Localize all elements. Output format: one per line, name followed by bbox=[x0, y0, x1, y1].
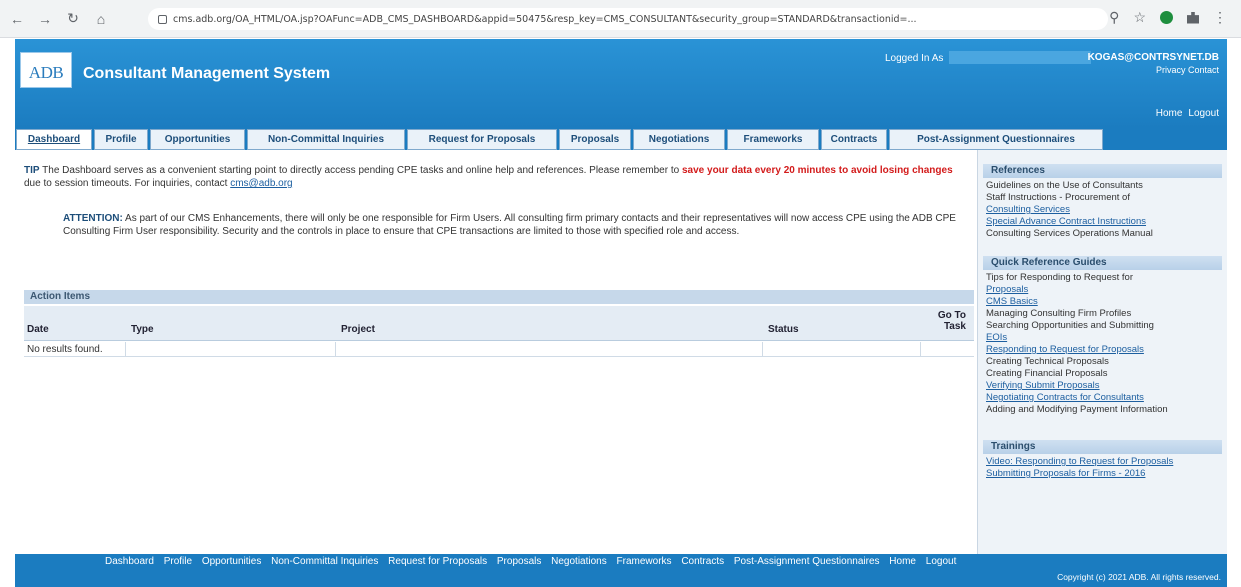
quick-reference-list: Tips for Responding to Request for Propo… bbox=[978, 272, 1227, 416]
tab-profile[interactable]: Profile bbox=[94, 129, 148, 150]
guide-item[interactable]: Searching Opportunities and Submitting bbox=[986, 320, 1221, 332]
col-status: Status bbox=[768, 324, 799, 335]
training-link[interactable]: Video: Responding to Request for Proposa… bbox=[986, 456, 1221, 468]
trainings-title: Trainings bbox=[983, 440, 1222, 454]
back-icon[interactable]: ← bbox=[6, 8, 28, 30]
extension-icon[interactable] bbox=[1160, 11, 1173, 24]
redacted-user-block bbox=[949, 51, 1091, 64]
extensions-puzzle-icon[interactable] bbox=[1187, 11, 1199, 24]
no-results-cell: No results found. bbox=[27, 344, 103, 355]
footer-link-proposals[interactable]: Proposals bbox=[497, 556, 541, 567]
main-tabs: Dashboard Profile Opportunities Non-Comm… bbox=[15, 128, 1227, 150]
reload-icon[interactable]: ↻ bbox=[62, 8, 84, 30]
guide-item[interactable]: Tips for Responding to Request for bbox=[986, 272, 1221, 284]
tip-label: TIP bbox=[24, 165, 40, 176]
guide-link[interactable]: Responding to Request for Proposals bbox=[986, 344, 1221, 356]
footer: Dashboard Profile Opportunities Non-Comm… bbox=[15, 554, 1227, 587]
copyright: Copyright (c) 2021 ADB. All rights reser… bbox=[1057, 572, 1221, 582]
footer-link-home[interactable]: Home bbox=[889, 556, 916, 567]
attention-text: As part of our CMS Enhancements, there w… bbox=[63, 213, 956, 237]
col-go-to-task: Go To Task bbox=[937, 310, 966, 332]
footer-link-negotiations[interactable]: Negotiations bbox=[551, 556, 607, 567]
main-content: TIP The Dashboard serves as a convenient… bbox=[15, 150, 977, 554]
attention-message: ATTENTION: As part of our CMS Enhancemen… bbox=[63, 212, 968, 238]
tip-text-2: due to session timeouts. For inquiries, … bbox=[24, 178, 228, 189]
adb-logo: ADB bbox=[20, 52, 72, 88]
guide-item[interactable]: Managing Consulting Firm Profiles bbox=[986, 308, 1221, 320]
guide-link[interactable]: Negotiating Contracts for Consultants bbox=[986, 392, 1221, 404]
tab-request-for-proposals[interactable]: Request for Proposals bbox=[407, 129, 557, 150]
right-sidebar: References Guidelines on the Use of Cons… bbox=[977, 150, 1227, 554]
tip-message: TIP The Dashboard serves as a convenient… bbox=[24, 164, 969, 190]
forward-icon[interactable]: → bbox=[34, 8, 56, 30]
tab-dashboard[interactable]: Dashboard bbox=[16, 129, 92, 150]
references-title: References bbox=[983, 164, 1222, 178]
action-items-header: Date Type Project Status Go To Task bbox=[24, 306, 974, 341]
footer-link-frameworks[interactable]: Frameworks bbox=[617, 556, 672, 567]
footer-link-profile[interactable]: Profile bbox=[164, 556, 192, 567]
col-project: Project bbox=[341, 324, 375, 335]
browser-toolbar: ← → ↻ ⌂ cms.adb.org/OA_HTML/OA.jsp?OAFun… bbox=[0, 0, 1241, 38]
footer-link-opportunities[interactable]: Opportunities bbox=[202, 556, 261, 567]
menu-dots-icon[interactable]: ⋮ bbox=[1213, 9, 1227, 26]
footer-link-dashboard[interactable]: Dashboard bbox=[105, 556, 154, 567]
tip-warning: save your data every 20 minutes to avoid… bbox=[681, 165, 953, 176]
action-items-title: Action Items bbox=[24, 290, 974, 304]
guide-link[interactable]: CMS Basics bbox=[986, 296, 1221, 308]
footer-link-post-assignment[interactable]: Post-Assignment Questionnaires bbox=[734, 556, 880, 567]
tab-post-assignment-questionnaires[interactable]: Post-Assignment Questionnaires bbox=[889, 129, 1103, 150]
reference-link[interactable]: Consulting Services bbox=[986, 204, 1221, 216]
footer-links: Dashboard Profile Opportunities Non-Comm… bbox=[105, 556, 963, 567]
col-date: Date bbox=[27, 324, 49, 335]
tab-contracts[interactable]: Contracts bbox=[821, 129, 887, 150]
header-links: Home Logout bbox=[1150, 108, 1219, 119]
contact-email-link[interactable]: cms@adb.org bbox=[230, 178, 292, 189]
tip-text-1: The Dashboard serves as a convenient sta… bbox=[42, 165, 680, 176]
tab-frameworks[interactable]: Frameworks bbox=[727, 129, 819, 150]
app-header: ADB Consultant Management System Logged … bbox=[15, 39, 1227, 128]
guide-item[interactable]: Creating Technical Proposals bbox=[986, 356, 1221, 368]
home-icon[interactable]: ⌂ bbox=[90, 8, 112, 30]
user-email: KOGAS@CONTRSYNET.DB bbox=[1087, 52, 1219, 63]
footer-link-non-committal-inquiries[interactable]: Non-Committal Inquiries bbox=[271, 556, 378, 567]
quick-reference-title: Quick Reference Guides bbox=[983, 256, 1222, 270]
tab-negotiations[interactable]: Negotiations bbox=[633, 129, 725, 150]
logged-in-label: Logged In As bbox=[885, 53, 944, 64]
tab-non-committal-inquiries[interactable]: Non-Committal Inquiries bbox=[247, 129, 405, 150]
address-bar[interactable]: cms.adb.org/OA_HTML/OA.jsp?OAFunc=ADB_CM… bbox=[148, 8, 1108, 30]
zoom-icon[interactable]: ⚲ bbox=[1109, 9, 1119, 26]
trainings-list: Video: Responding to Request for Proposa… bbox=[978, 456, 1227, 480]
attention-label: ATTENTION: bbox=[63, 213, 123, 224]
reference-link[interactable]: Special Advance Contract Instructions bbox=[986, 216, 1221, 228]
training-link[interactable]: Submitting Proposals for Firms - 2016 bbox=[986, 468, 1221, 480]
footer-link-request-for-proposals[interactable]: Request for Proposals bbox=[388, 556, 487, 567]
guide-link[interactable]: EOIs bbox=[986, 332, 1221, 344]
references-list: Guidelines on the Use of Consultants Sta… bbox=[978, 180, 1227, 240]
reference-item[interactable]: Guidelines on the Use of Consultants bbox=[986, 180, 1221, 192]
guide-item[interactable]: Creating Financial Proposals bbox=[986, 368, 1221, 380]
url-text[interactable]: cms.adb.org/OA_HTML/OA.jsp?OAFunc=ADB_CM… bbox=[173, 14, 1073, 25]
table-row: No results found. bbox=[24, 342, 974, 357]
lock-icon bbox=[158, 14, 167, 24]
star-icon[interactable]: ☆ bbox=[1133, 9, 1146, 26]
guide-item[interactable]: Adding and Modifying Payment Information bbox=[986, 404, 1221, 416]
home-link[interactable]: Home bbox=[1156, 108, 1183, 119]
guide-link[interactable]: Proposals bbox=[986, 284, 1221, 296]
logout-link[interactable]: Logout bbox=[1188, 108, 1219, 119]
col-type: Type bbox=[131, 324, 154, 335]
tab-opportunities[interactable]: Opportunities bbox=[150, 129, 245, 150]
footer-link-logout[interactable]: Logout bbox=[926, 556, 957, 567]
reference-item[interactable]: Consulting Services Operations Manual bbox=[986, 228, 1221, 240]
app-title: Consultant Management System bbox=[83, 65, 331, 82]
footer-link-contracts[interactable]: Contracts bbox=[681, 556, 724, 567]
reference-item[interactable]: Staff Instructions - Procurement of bbox=[986, 192, 1221, 204]
privacy-link[interactable]: Privacy Contact bbox=[1156, 65, 1219, 75]
tab-proposals[interactable]: Proposals bbox=[559, 129, 631, 150]
guide-link[interactable]: Verifying Submit Proposals bbox=[986, 380, 1221, 392]
